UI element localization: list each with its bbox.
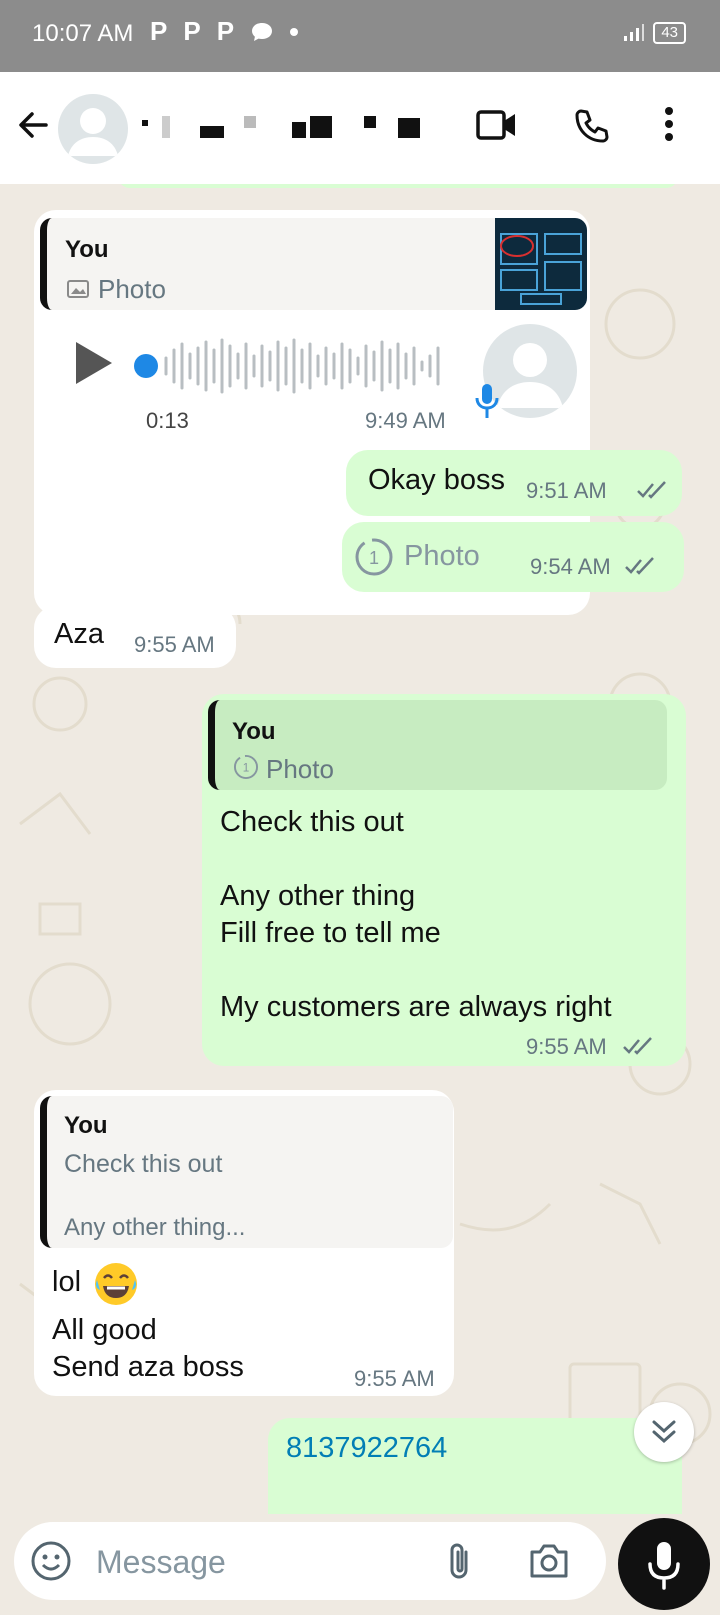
overflow-menu-icon[interactable] <box>664 106 674 142</box>
message-text: Okay boss <box>368 464 505 496</box>
scroll-to-bottom-button[interactable] <box>634 1402 694 1462</box>
chat-messages[interactable]: You Photo 0:13 9:49 AM Okay boss 9:51 AM… <box>0 184 720 1514</box>
message-text: Photo <box>404 540 480 572</box>
notification-p-icon: P <box>216 16 235 46</box>
svg-text:1: 1 <box>369 548 379 568</box>
voice-duration: 0:13 <box>146 408 189 433</box>
view-once-icon: 1 <box>233 754 259 780</box>
double-chevron-down-icon <box>652 1420 676 1444</box>
message-input[interactable]: Message <box>14 1522 606 1600</box>
camera-icon[interactable] <box>528 1542 570 1580</box>
battery-icon: 43 <box>653 22 686 44</box>
message-line: lol <box>52 1266 82 1298</box>
message-time: 9:55 AM <box>134 632 215 657</box>
video-call-icon[interactable] <box>476 108 518 142</box>
quote-author: You <box>232 718 276 745</box>
voice-call-icon[interactable] <box>572 108 610 146</box>
message-line: Check this out <box>220 806 404 838</box>
status-time: 10:07 AM <box>32 20 134 47</box>
quoted-photo[interactable]: You 1 Photo <box>208 700 667 790</box>
notification-p-icon: P <box>183 16 201 46</box>
message-line: Send aza boss <box>52 1351 244 1383</box>
status-right: 43 <box>623 22 686 44</box>
photo-icon <box>67 280 89 298</box>
message-line: Any other thing <box>220 880 416 912</box>
laughing-emoji-icon <box>95 1263 137 1305</box>
outgoing-photo-message[interactable]: 1 Photo 9:54 AM <box>342 522 684 592</box>
outgoing-message[interactable]: 8137922764 <box>268 1418 682 1514</box>
message-time: 9:49 AM <box>365 408 446 433</box>
voice-record-button[interactable] <box>618 1518 710 1610</box>
photo-thumbnail <box>495 218 587 310</box>
outgoing-message[interactable]: You 1 Photo Check this out Any other thi… <box>202 694 686 1066</box>
message-time: 9:55 AM <box>526 1034 607 1059</box>
message-text: Aza <box>54 618 104 650</box>
composer-bar: Message <box>0 1514 720 1611</box>
message-time: 9:55 AM <box>354 1366 435 1391</box>
incoming-message[interactable]: Aza 9:55 AM <box>34 606 236 668</box>
attach-icon[interactable] <box>444 1540 474 1584</box>
previous-message-edge <box>118 184 678 188</box>
message-line: Fill free to tell me <box>220 917 441 949</box>
view-once-icon: 1 <box>355 538 393 576</box>
message-line: My customers are always right <box>220 991 612 1023</box>
voice-waveform[interactable] <box>132 336 452 396</box>
double-check-icon <box>625 557 654 575</box>
message-time: 9:54 AM <box>530 554 611 579</box>
quote-text: Any other thing... <box>64 1214 246 1241</box>
quote-author: You <box>64 1112 108 1139</box>
redacted-name <box>142 116 420 138</box>
chat-header <box>0 72 720 184</box>
quote-author: You <box>65 236 109 263</box>
quoted-photo[interactable]: You Photo <box>40 218 587 310</box>
notification-p-icon: P <box>150 16 168 46</box>
default-avatar-icon <box>68 108 118 156</box>
outgoing-message[interactable]: Okay boss 9:51 AM <box>346 450 682 516</box>
emoji-icon[interactable] <box>30 1540 72 1582</box>
message-time: 9:51 AM <box>526 478 607 503</box>
double-check-icon <box>637 481 666 499</box>
svg-text:1: 1 <box>243 762 250 775</box>
quote-text: Check this out <box>64 1150 223 1178</box>
double-check-icon <box>623 1037 652 1055</box>
mic-icon <box>648 1542 680 1590</box>
signal-icon <box>624 24 645 41</box>
status-bar: 10:07 AM P P P 43 <box>0 0 720 72</box>
quoted-message[interactable]: You Check this out Any other thing... <box>40 1096 453 1248</box>
contact-avatar[interactable] <box>58 94 128 164</box>
more-notifications-dot <box>290 27 299 36</box>
play-icon[interactable] <box>74 340 114 386</box>
quote-text: Photo <box>266 754 334 784</box>
incoming-message[interactable]: You Check this out Any other thing... lo… <box>34 1090 454 1396</box>
message-placeholder: Message <box>96 1544 226 1580</box>
back-arrow-icon[interactable] <box>16 108 50 142</box>
contact-name[interactable] <box>142 112 442 142</box>
quote-text: Photo <box>98 274 166 304</box>
mic-small-icon <box>475 384 499 418</box>
chat-bubble-icon <box>252 22 273 41</box>
phone-number-link[interactable]: 8137922764 <box>286 1430 447 1467</box>
message-line: All good <box>52 1314 157 1346</box>
notification-icons: P P P <box>150 16 299 47</box>
